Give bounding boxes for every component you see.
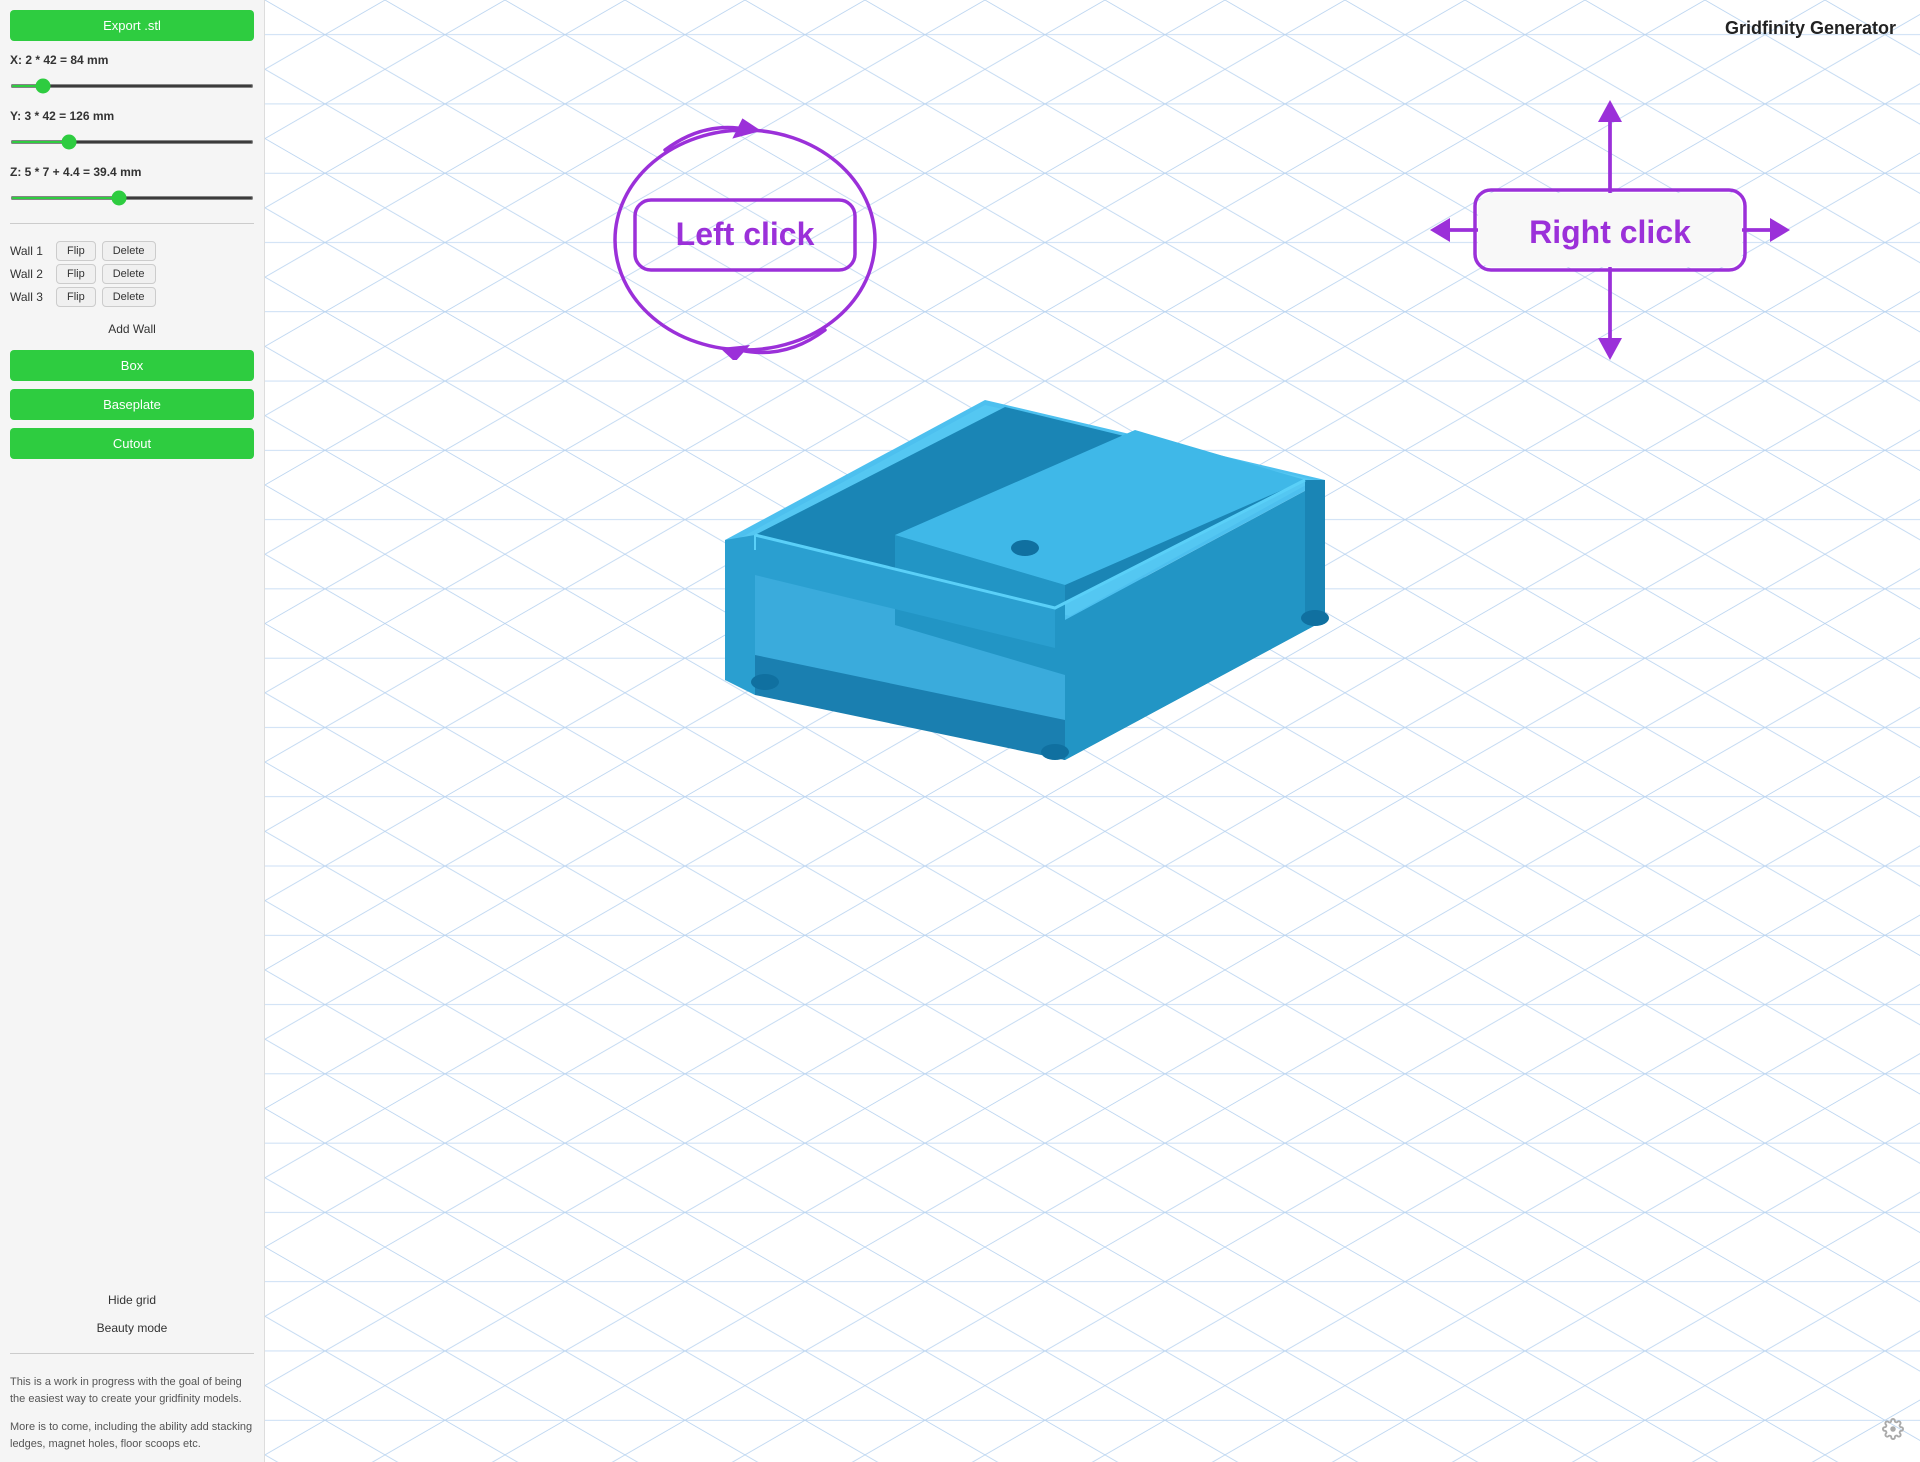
wall-3-flip-button[interactable]: Flip	[56, 287, 96, 307]
hide-grid-button[interactable]: Hide grid	[10, 1289, 254, 1311]
wall-row-1: Wall 1 Flip Delete	[10, 241, 254, 261]
export-button[interactable]: Export .stl	[10, 10, 254, 41]
x-slider-container	[10, 75, 254, 93]
wall-1-flip-button[interactable]: Flip	[56, 241, 96, 261]
wall-3-label: Wall 3	[10, 290, 50, 304]
wall-3-delete-button[interactable]: Delete	[102, 287, 156, 307]
info-text-2: More is to come, including the ability a…	[10, 1419, 254, 1452]
info-text-1: This is a work in progress with the goal…	[10, 1374, 254, 1407]
x-slider[interactable]	[10, 84, 254, 88]
z-slider-container	[10, 187, 254, 205]
walls-container: Wall 1 Flip Delete Wall 2 Flip Delete Wa…	[10, 238, 254, 310]
svg-text:Right click: Right click	[1529, 214, 1691, 250]
y-dimension-label: Y: 3 * 42 = 126 mm	[10, 109, 254, 123]
left-click-annotation: Left click	[575, 100, 915, 360]
wall-1-label: Wall 1	[10, 244, 50, 258]
y-slider[interactable]	[10, 140, 254, 144]
wall-2-label: Wall 2	[10, 267, 50, 281]
gear-icon[interactable]	[1882, 1418, 1904, 1446]
z-slider[interactable]	[10, 196, 254, 200]
box-button[interactable]: Box	[10, 350, 254, 381]
add-wall-button[interactable]: Add Wall	[10, 316, 254, 342]
divider-2	[10, 1353, 254, 1354]
right-click-annotation: Right click	[1430, 100, 1790, 360]
baseplate-button[interactable]: Baseplate	[10, 389, 254, 420]
y-slider-container	[10, 131, 254, 149]
wall-row-2: Wall 2 Flip Delete	[10, 264, 254, 284]
sidebar: Export .stl X: 2 * 42 = 84 mm Y: 3 * 42 …	[0, 0, 265, 1462]
z-dimension-label: Z: 5 * 7 + 4.4 = 39.4 mm	[10, 165, 254, 179]
wall-1-delete-button[interactable]: Delete	[102, 241, 156, 261]
wall-row-3: Wall 3 Flip Delete	[10, 287, 254, 307]
3d-box	[625, 340, 1425, 760]
x-dimension-label: X: 2 * 42 = 84 mm	[10, 53, 254, 67]
cutout-button[interactable]: Cutout	[10, 428, 254, 459]
svg-text:Left click: Left click	[676, 216, 815, 252]
wall-2-delete-button[interactable]: Delete	[102, 264, 156, 284]
beauty-mode-button[interactable]: Beauty mode	[10, 1317, 254, 1339]
app-title: Gridfinity Generator	[1725, 18, 1896, 39]
divider-1	[10, 223, 254, 224]
wall-2-flip-button[interactable]: Flip	[56, 264, 96, 284]
viewport[interactable]: Gridfinity Generator Left click	[265, 0, 1920, 1462]
